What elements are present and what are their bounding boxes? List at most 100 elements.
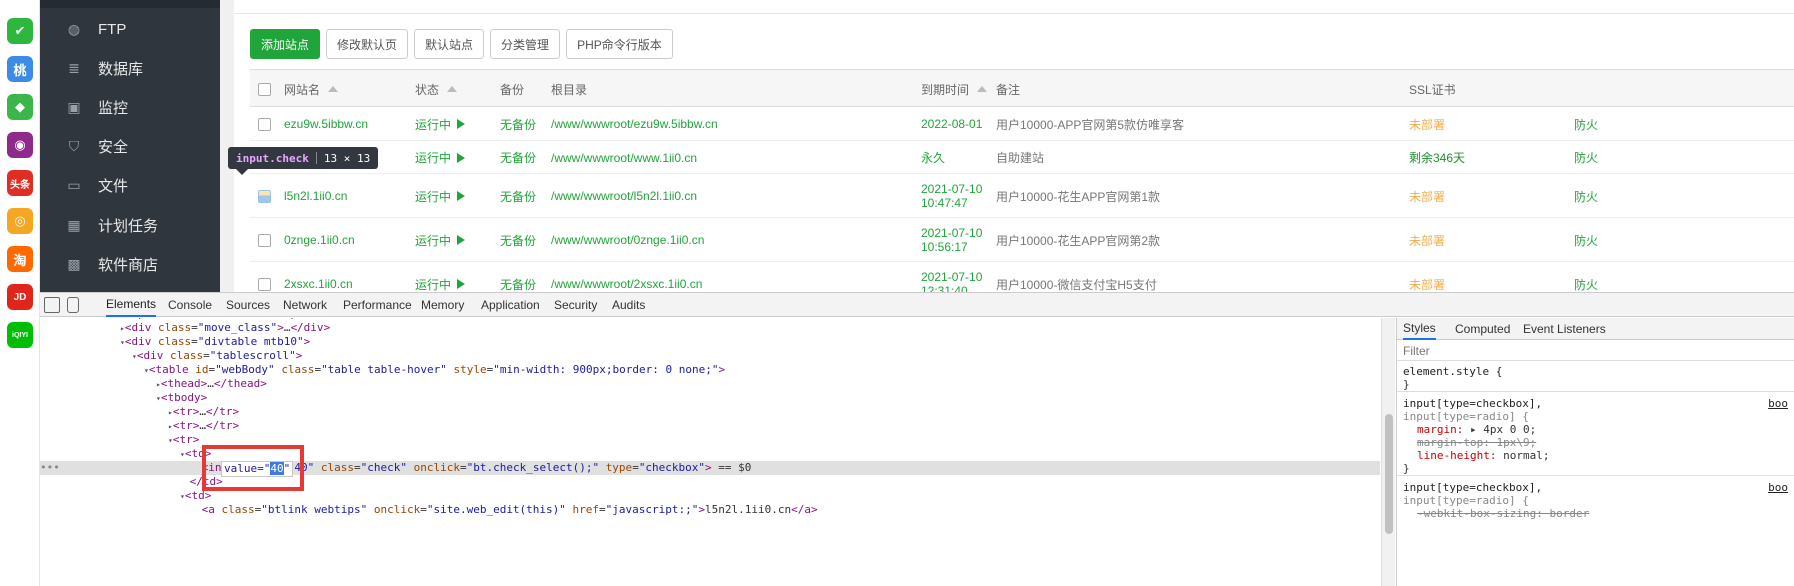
devtools-tab-security[interactable]: Security (554, 293, 597, 317)
dom-line-dots[interactable]: ••• (40, 461, 60, 475)
devtools-tab-audits[interactable]: Audits (612, 293, 645, 317)
devtools-tab-application[interactable]: Application (481, 293, 540, 317)
root-dir-link[interactable]: /www/wwwroot/0znge.1ii0.cn (551, 218, 704, 262)
table-row[interactable]: l5n2l.1ii0.cn 运行中 无备份/www/wwwroot/l5n2l.1i… (250, 174, 1794, 218)
root-dir[interactable]: /www/wwwroot/www.1ii0.cn (551, 151, 697, 165)
leaf-app-icon[interactable]: ◆ (7, 94, 33, 120)
sidebar-item-security[interactable]: ⛉ 安全 (40, 124, 220, 168)
toutiao-app-icon[interactable]: 头条 (7, 170, 33, 196)
backup-link[interactable]: 无备份 (500, 218, 536, 262)
note-text[interactable]: 用户10000-APP官网第5款仿唯享客 (996, 116, 1184, 133)
css-declaration[interactable]: margin: ▸ 4px 0 0; (1417, 423, 1536, 436)
site-name-link[interactable]: 0znge.1ii0.cn (284, 218, 355, 262)
status-toggle[interactable]: 运行中 (415, 141, 466, 174)
dom-node-line[interactable]: ▸<div class="move_class">…</div> (120, 321, 330, 335)
table-row[interactable]: ezu9w.5ibbw.cn 运行中 无备份/www/wwwroot/ezu9w.5… (250, 107, 1794, 141)
dom-node-line[interactable]: ▾<table id="webBody" class="table table-… (144, 363, 725, 377)
expire-cell[interactable]: 2021-07-10 10:47:47 (921, 174, 982, 218)
dom-node-line[interactable]: ▾<tbody> (156, 391, 207, 405)
select-all-checkbox[interactable] (258, 82, 271, 96)
expire-date[interactable]: 2021-07-10 (921, 226, 982, 240)
backup-text[interactable]: 无备份 (500, 232, 536, 249)
tab-computed[interactable]: Computed (1455, 318, 1510, 340)
sidebar-item-cron[interactable]: ▦ 计划任务 (40, 203, 220, 247)
ssl-status[interactable]: 未部署 (1409, 232, 1445, 249)
row-checkbox-cell[interactable] (258, 174, 271, 218)
note-text[interactable]: 用户10000-微信支付宝H5支付 (996, 276, 1157, 293)
backup-link[interactable]: 无备份 (500, 174, 536, 218)
inspect-element-icon[interactable] (44, 297, 60, 313)
status-toggle[interactable]: 运行中 (415, 174, 466, 218)
status-text[interactable]: 运行中 (415, 276, 451, 293)
expire-cell[interactable]: 2021-07-10 10:56:17 (921, 218, 982, 262)
status-text[interactable]: 运行中 (415, 188, 451, 205)
backup-text[interactable]: 无备份 (500, 188, 536, 205)
root-dir[interactable]: /www/wwwroot/l5n2l.1ii0.cn (551, 189, 697, 203)
row-checkbox[interactable] (258, 189, 271, 203)
devtools-tab-sources[interactable]: Sources (226, 293, 270, 317)
ssl-cell[interactable]: 未部署 (1409, 218, 1445, 262)
firewall-cell[interactable]: 防火 (1574, 218, 1598, 262)
dom-node-line[interactable]: ▾<td> (180, 489, 211, 503)
element-style-rule[interactable]: element.style { (1403, 365, 1502, 378)
note-text[interactable]: 用户10000-花生APP官网第2款 (996, 232, 1160, 249)
css-declaration[interactable]: line-height: normal; (1417, 449, 1549, 462)
dom-scrollbar[interactable] (1381, 318, 1395, 586)
jd-app-icon[interactable]: JD (7, 284, 33, 310)
expire-time[interactable]: 10:47:47 (921, 196, 968, 210)
status-text[interactable]: 运行中 (415, 116, 451, 133)
backup-text[interactable]: 无备份 (500, 149, 536, 166)
status-toggle[interactable]: 运行中 (415, 218, 466, 262)
expire-cell[interactable]: 2022-08-01 (921, 107, 982, 141)
root-dir-link[interactable]: /www/wwwroot/l5n2l.1ii0.cn (551, 174, 697, 218)
firewall-link[interactable]: 防火 (1574, 149, 1598, 166)
rule-source-link[interactable]: boo (1768, 397, 1788, 410)
add-site-button[interactable]: 添加站点 (250, 29, 321, 59)
php-cli-version-button[interactable]: PHP命令行版本 (566, 29, 673, 59)
ssl-cell[interactable]: 未部署 (1409, 174, 1445, 218)
note-cell[interactable]: 用户10000-花生APP官网第1款 (996, 174, 1160, 218)
root-dir[interactable]: /www/wwwroot/2xsxc.1ii0.cn (551, 277, 702, 291)
dom-node-line[interactable]: ▸<tr>…</tr> (168, 405, 239, 419)
expire-time[interactable]: 10:56:17 (921, 240, 968, 254)
note-cell[interactable]: 用户10000-花生APP官网第2款 (996, 218, 1160, 262)
note-text[interactable]: 自助建站 (996, 149, 1044, 166)
expire-date[interactable]: 2022-08-01 (921, 117, 982, 131)
col-status[interactable]: 状态 (415, 70, 458, 108)
dom-node-line[interactable]: <a class="btlink webtips" onclick="site.… (192, 503, 818, 517)
expire-date[interactable]: 2021-07-10 (921, 182, 982, 196)
dom-node-line[interactable]: ▾<div class="divtable mtb10"> (120, 335, 310, 349)
devtools-tab-console[interactable]: Console (168, 293, 212, 317)
root-dir-link[interactable]: /www/wwwroot/www.1ii0.cn (551, 141, 697, 174)
site-name[interactable]: 0znge.1ii0.cn (284, 233, 355, 247)
weibo-app-icon[interactable]: ◎ (7, 208, 33, 234)
dom-node-line[interactable]: ▸<thead>…</thead> (156, 377, 267, 391)
dom-node-line[interactable]: ▸<tr>…</tr> (168, 419, 239, 433)
note-cell[interactable]: 自助建站 (996, 141, 1044, 174)
note-cell[interactable]: 用户10000-APP官网第5款仿唯享客 (996, 107, 1184, 141)
firewall-link[interactable]: 防火 (1574, 276, 1598, 293)
site-name[interactable]: 2xsxc.1ii0.cn (284, 277, 353, 291)
css-declaration-overridden[interactable]: margin-top: 1px\9; (1417, 436, 1536, 449)
scroll-thumb[interactable] (1385, 414, 1393, 534)
root-dir[interactable]: /www/wwwroot/0znge.1ii0.cn (551, 233, 704, 247)
backup-link[interactable]: 无备份 (500, 141, 536, 174)
firewall-link[interactable]: 防火 (1574, 232, 1598, 249)
tab-styles[interactable]: Styles (1403, 318, 1436, 340)
devtools-tab-performance[interactable]: Performance (343, 293, 412, 317)
root-dir[interactable]: /www/wwwroot/ezu9w.5ibbw.cn (551, 117, 718, 131)
site-name-link[interactable]: l5n2l.1ii0.cn (284, 174, 347, 218)
site-name[interactable]: ezu9w.5ibbw.cn (284, 117, 368, 131)
ssl-status[interactable]: 剩余346天 (1409, 149, 1465, 166)
devtools-tab-elements[interactable]: Elements (106, 293, 157, 317)
dom-node-line[interactable]: ▾<div class="tablescroll"> (132, 349, 302, 363)
backup-text[interactable]: 无备份 (500, 276, 536, 293)
ssl-status[interactable]: 未部署 (1409, 188, 1445, 205)
row-checkbox-cell[interactable] (258, 218, 271, 262)
backup-link[interactable]: 无备份 (500, 107, 536, 141)
row-checkbox[interactable] (258, 233, 271, 247)
dom-node-line[interactable]: ▾<tr> (168, 433, 199, 447)
status-text[interactable]: 运行中 (415, 232, 451, 249)
sidebar-item-monitor[interactable]: ▣ 监控 (40, 85, 220, 129)
sidebar-item-files[interactable]: ▭ 文件 (40, 163, 220, 207)
